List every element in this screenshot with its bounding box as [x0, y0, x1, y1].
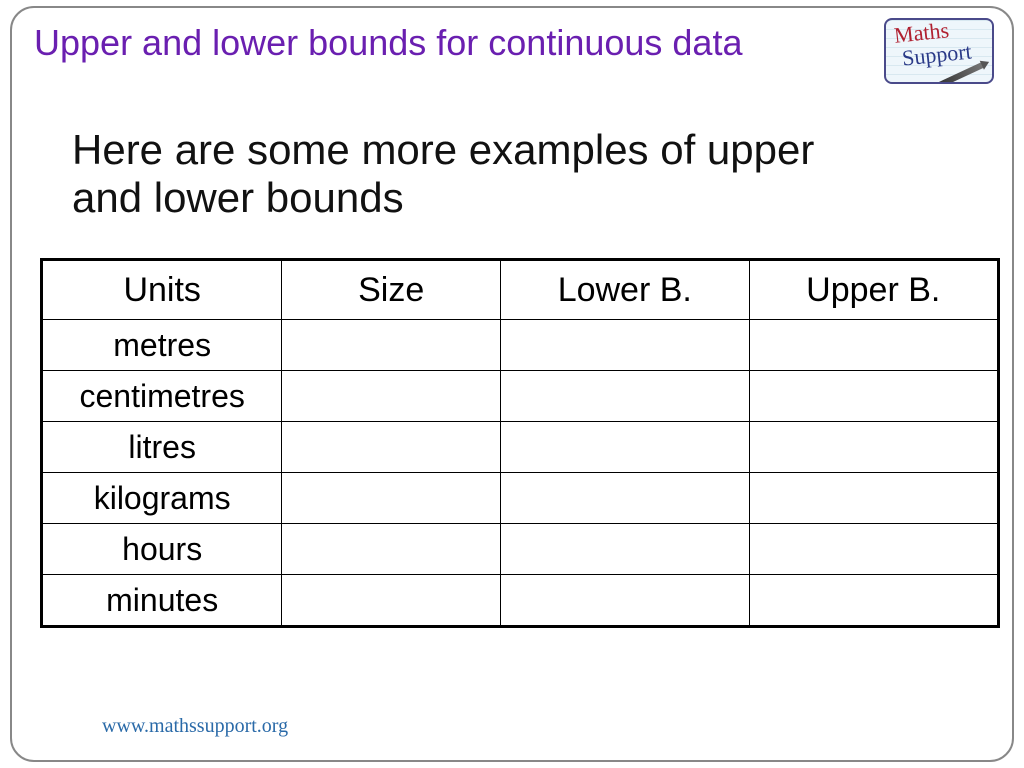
table-header-row: Units Size Lower B. Upper B.	[43, 261, 998, 320]
cell-units: litres	[43, 422, 282, 473]
table-row: minutes	[43, 575, 998, 626]
cell-lower	[501, 473, 749, 524]
bounds-table: Units Size Lower B. Upper B. metres cent…	[42, 260, 998, 626]
maths-support-logo: Maths Support	[884, 18, 994, 84]
table-row: litres	[43, 422, 998, 473]
header-lower: Lower B.	[501, 261, 749, 320]
table-row: metres	[43, 320, 998, 371]
header-upper: Upper B.	[749, 261, 997, 320]
cell-units: metres	[43, 320, 282, 371]
cell-units: minutes	[43, 575, 282, 626]
cell-units: hours	[43, 524, 282, 575]
cell-size	[282, 371, 501, 422]
intro-text: Here are some more examples of upper and…	[72, 126, 892, 223]
cell-size	[282, 575, 501, 626]
slide-frame: Upper and lower bounds for continuous da…	[10, 6, 1014, 762]
cell-upper	[749, 524, 997, 575]
cell-size	[282, 422, 501, 473]
cell-upper	[749, 575, 997, 626]
cell-lower	[501, 524, 749, 575]
cell-units: kilograms	[43, 473, 282, 524]
cell-units: centimetres	[43, 371, 282, 422]
cell-upper	[749, 422, 997, 473]
header-units: Units	[43, 261, 282, 320]
cell-size	[282, 320, 501, 371]
cell-size	[282, 473, 501, 524]
cell-lower	[501, 371, 749, 422]
cell-lower	[501, 422, 749, 473]
header-size: Size	[282, 261, 501, 320]
cell-upper	[749, 371, 997, 422]
table-row: kilograms	[43, 473, 998, 524]
table-row: hours	[43, 524, 998, 575]
cell-lower	[501, 320, 749, 371]
slide-title: Upper and lower bounds for continuous da…	[34, 22, 742, 64]
table-row: centimetres	[43, 371, 998, 422]
footer-url: www.mathssupport.org	[102, 715, 288, 738]
cell-upper	[749, 473, 997, 524]
cell-size	[282, 524, 501, 575]
cell-upper	[749, 320, 997, 371]
cell-lower	[501, 575, 749, 626]
